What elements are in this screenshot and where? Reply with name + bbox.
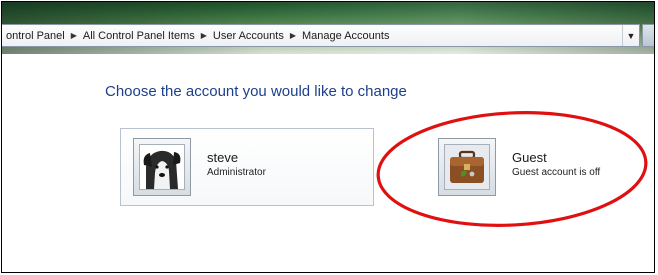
dog-photo-icon bbox=[139, 144, 185, 190]
breadcrumb-manage-accounts[interactable]: Manage Accounts bbox=[298, 30, 391, 42]
account-tile-guest[interactable]: Guest Guest account is off bbox=[430, 128, 644, 206]
address-bar[interactable]: ontrol Panel ▶ All Control Panel Items ▶… bbox=[2, 24, 640, 47]
breadcrumb-separator-icon[interactable]: ▶ bbox=[197, 31, 209, 40]
page-heading: Choose the account you would like to cha… bbox=[105, 83, 407, 100]
refresh-button[interactable] bbox=[642, 24, 654, 47]
breadcrumb-control-panel[interactable]: ontrol Panel bbox=[2, 30, 67, 42]
avatar-frame bbox=[438, 138, 496, 196]
breadcrumb-separator-icon[interactable]: ▶ bbox=[67, 31, 79, 40]
window: ontrol Panel ▶ All Control Panel Items ▶… bbox=[1, 1, 655, 273]
avatar-frame bbox=[133, 138, 191, 196]
breadcrumb-separator-icon[interactable]: ▶ bbox=[286, 31, 298, 40]
account-tile-steve[interactable]: steve Administrator bbox=[120, 128, 374, 206]
breadcrumb-all-control-panel-items[interactable]: All Control Panel Items bbox=[79, 30, 197, 42]
account-role: Guest account is off bbox=[512, 166, 601, 178]
breadcrumb-user-accounts[interactable]: User Accounts bbox=[209, 30, 286, 42]
account-name: steve bbox=[207, 149, 239, 165]
account-role: Administrator bbox=[207, 166, 266, 178]
account-name: Guest bbox=[512, 149, 547, 165]
briefcase-icon bbox=[444, 144, 490, 190]
chevron-down-icon[interactable]: ▼ bbox=[622, 25, 639, 46]
